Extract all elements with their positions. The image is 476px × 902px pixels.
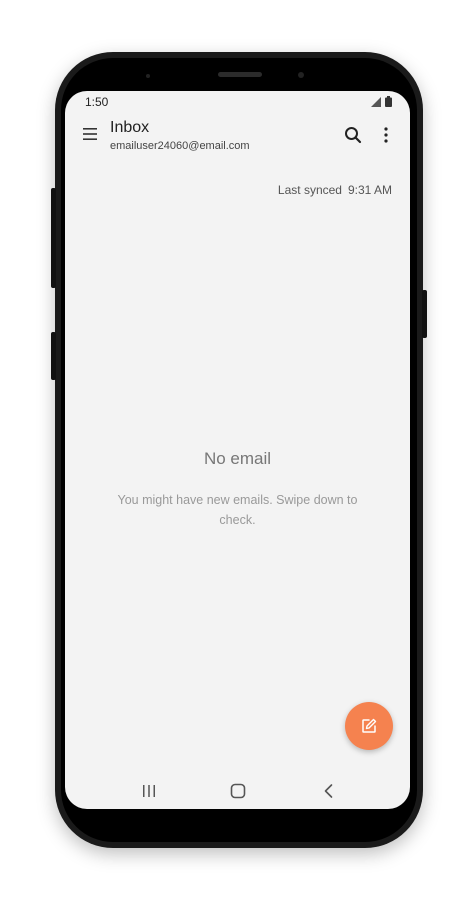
last-synced: Last synced 9:31 AM — [278, 183, 392, 197]
more-options-icon[interactable] — [382, 126, 390, 144]
bixby-button — [51, 332, 56, 380]
compose-icon — [362, 718, 377, 733]
empty-state-title: No email — [203, 449, 272, 468]
last-synced-time: 9:31 AM — [347, 183, 392, 197]
last-synced-label: Last synced — [277, 183, 342, 197]
front-camera — [298, 72, 304, 78]
proximity-sensor — [146, 74, 150, 78]
app-bar: Inbox emailuser24060@email.com — [65, 113, 410, 159]
home-icon[interactable] — [228, 781, 248, 801]
screen: 1:50 Inbox emailuser24060@email.com Last… — [65, 91, 410, 809]
recent-apps-icon[interactable] — [139, 781, 159, 801]
compose-button[interactable] — [345, 702, 393, 750]
navigation-bar — [65, 771, 410, 809]
status-icons — [371, 96, 392, 107]
status-time: 1:50 — [85, 95, 109, 109]
page-title: Inbox — [110, 119, 150, 136]
signal-icon — [371, 96, 381, 107]
search-icon[interactable] — [344, 126, 362, 144]
back-icon[interactable] — [319, 781, 339, 801]
account-email: emailuser24060@email.com — [110, 140, 250, 152]
volume-button — [51, 188, 56, 288]
empty-state-message: You might have new emails. Swipe down to… — [117, 493, 358, 527]
status-bar: 1:50 — [65, 91, 410, 113]
power-button — [422, 290, 427, 338]
battery-icon — [385, 96, 392, 107]
earpiece-speaker — [218, 72, 262, 77]
menu-icon[interactable] — [83, 127, 97, 141]
